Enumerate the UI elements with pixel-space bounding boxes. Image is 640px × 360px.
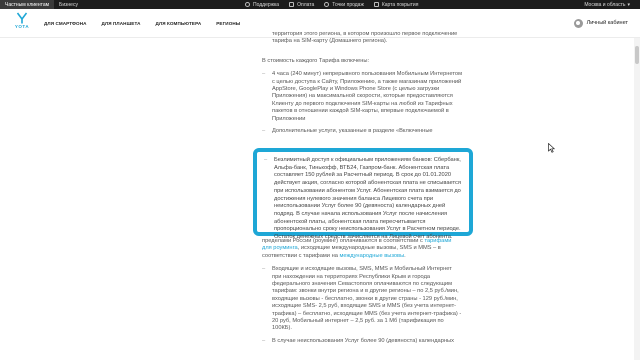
scrollbar-thumb[interactable] — [635, 46, 639, 64]
map-icon — [373, 2, 379, 7]
personal-cabinet-link[interactable]: Личный кабинет — [573, 9, 628, 37]
nav-item-regions[interactable]: РЕГИОНЫ — [216, 21, 240, 26]
chevron-down-icon: ▾ — [627, 1, 630, 8]
region-selector[interactable]: Москва и область ▾ — [584, 0, 630, 9]
nav-item-tablet[interactable]: ДЛЯ ПЛАНШЕТА — [102, 21, 141, 26]
sales-points-label: Точки продаж — [332, 1, 364, 8]
tab-business[interactable]: Бизнесу — [54, 0, 83, 9]
bank-apps-text: Безлимитный доступ к официальным приложе… — [264, 157, 461, 242]
included-heading: В стоимость каждого Тарифа включены: — [262, 57, 370, 64]
page-scrollbar[interactable] — [634, 38, 640, 360]
list-item: 4 часа (240 минут) непрерывного пользова… — [262, 71, 462, 123]
user-icon — [573, 18, 583, 28]
list-item: Дополнительные услуги, указанные в разде… — [262, 128, 462, 136]
card-icon — [289, 2, 295, 7]
roaming-paragraph: пределами России (роуминг) оплачиваются … — [262, 238, 462, 260]
yota-logo[interactable]: YOTA — [10, 12, 34, 34]
logo-text: YOTA — [14, 24, 30, 29]
international-calls-link[interactable]: международные вызовы — [339, 253, 404, 259]
nav-menu: ДЛЯ СМАРТФОНА ДЛЯ ПЛАНШЕТА ДЛЯ КОМПЬЮТЕР… — [44, 9, 240, 37]
intro-paragraph: территория этого региона, в котором прои… — [272, 31, 458, 45]
payment-link[interactable]: Оплата — [289, 2, 314, 8]
nav-item-smartphone[interactable]: ДЛЯ СМАРТФОНА — [44, 21, 87, 26]
roaming-text-a: пределами России (роуминг) оплачиваются … — [262, 238, 425, 244]
support-label: Поддержка — [253, 1, 280, 8]
highlighted-bank-apps-item: Безлимитный доступ к официальным приложе… — [253, 148, 473, 240]
mouse-cursor-icon — [548, 143, 555, 153]
support-icon — [245, 2, 250, 7]
location-pin-icon — [324, 2, 330, 7]
top-links: Поддержка Оплата Точки продаж Карта покр… — [245, 0, 418, 9]
list-item: Входящие и исходящие вызовы, SMS, MMS и … — [262, 266, 462, 333]
coverage-map-link[interactable]: Карта покрытия — [373, 1, 419, 8]
personal-cabinet-label: Личный кабинет — [586, 20, 628, 26]
tab-private-clients[interactable]: Частным клиентам — [0, 0, 55, 9]
payment-label: Оплата — [297, 1, 315, 8]
tariff-terms: территория этого региона, в котором прои… — [262, 25, 462, 140]
crimea-list: Входящие и исходящие вызовы, SMS, MMS и … — [262, 266, 462, 345]
nav-item-computer[interactable]: ДЛЯ КОМПЬЮТЕРА — [156, 21, 202, 26]
roaming-terms: пределами России (роуминг) оплачиваются … — [262, 238, 462, 350]
coverage-map-label: Карта покрытия — [381, 1, 419, 8]
sales-points-link[interactable]: Точки продаж — [324, 2, 364, 8]
roaming-text-c: . — [404, 252, 406, 259]
top-bar: Частным клиентам Бизнесу Поддержка Оплат… — [0, 0, 640, 9]
support-link[interactable]: Поддержка — [245, 2, 279, 8]
list-item: В случае неиспользования Услуг более 90 … — [262, 338, 462, 346]
yota-logo-icon — [16, 12, 28, 24]
included-list: 4 часа (240 минут) непрерывного пользова… — [262, 71, 462, 136]
region-label: Москва и область — [584, 1, 626, 8]
